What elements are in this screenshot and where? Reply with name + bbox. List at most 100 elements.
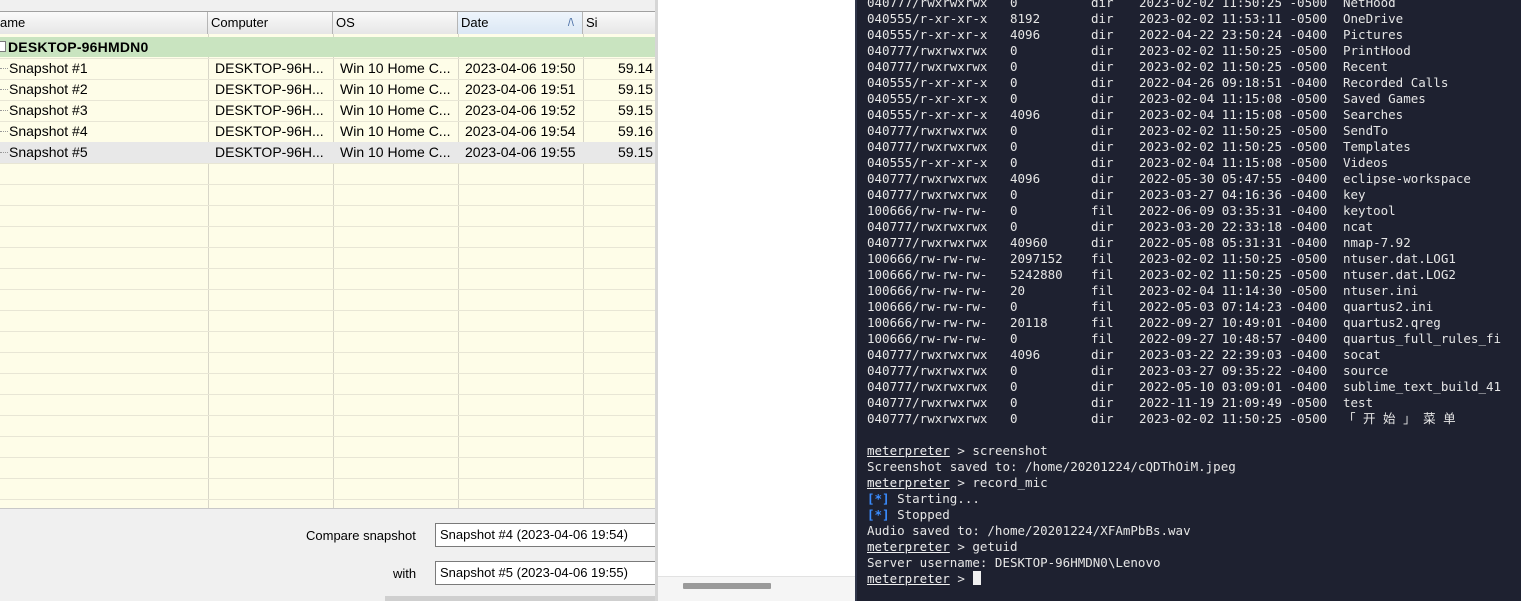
- listing-mode: 040555/r-xr-xr-x: [867, 11, 988, 26]
- listing-type: dir: [1091, 187, 1114, 202]
- collapse-toggle-icon[interactable]: [0, 41, 6, 52]
- listing-name: PrintHood: [1343, 43, 1411, 58]
- listing-type: fil: [1091, 331, 1114, 346]
- snapshot-window: ame Computer OS Date /\ Si DESKTOP-96HMDN0 Sna…: [0, 0, 655, 601]
- table-row[interactable]: Snapshot #4 DESKTOP-96H... Win 10 Home C..…: [0, 121, 655, 142]
- command-text: >: [949, 571, 973, 586]
- listing-mode: 100666/rw-rw-rw-: [867, 203, 988, 218]
- listing-mode: 040777/rwxrwxrwx: [867, 123, 988, 138]
- column-header-os[interactable]: OS: [333, 12, 458, 34]
- column-header-label: ame: [0, 15, 26, 30]
- listing-size: 0: [1010, 155, 1018, 170]
- prompt-label: meterpreter: [867, 475, 950, 490]
- table-row[interactable]: Snapshot #1 DESKTOP-96H... Win 10 Home C..…: [0, 58, 655, 79]
- listing-name: source: [1343, 363, 1389, 378]
- listing-type: dir: [1091, 379, 1114, 394]
- listing-size: 0: [1010, 395, 1018, 410]
- listing-type: fil: [1091, 267, 1114, 282]
- meterpreter-session: meterpreter > screenshot Screenshot saved…: [867, 443, 1236, 587]
- listing-modified: 2023-02-02 11:50:25 -0500: [1139, 0, 1328, 10]
- listing-size: 0: [1010, 203, 1018, 218]
- listing-name: Recorded Calls: [1343, 75, 1449, 90]
- listing-modified: 2023-02-04 11:15:08 -0500: [1139, 107, 1328, 122]
- column-header-si[interactable]: Si: [583, 12, 655, 34]
- row-divider: [0, 247, 655, 248]
- listing-modified: 2023-02-02 11:50:25 -0500: [1139, 139, 1328, 154]
- listing-name: quartus2.qreg: [1343, 315, 1441, 330]
- output-line: Server username: DESKTOP-96HMDN0\Lenovo: [867, 555, 1236, 571]
- cell-name: Snapshot #5: [9, 144, 88, 160]
- tree-connector: [0, 89, 8, 90]
- column-header-date[interactable]: Date /\: [458, 12, 583, 34]
- listing-mode: 040777/rwxrwxrwx: [867, 59, 988, 74]
- table-row[interactable]: Snapshot #5 DESKTOP-96H... Win 10 Home C..…: [0, 142, 655, 163]
- command-text: > getuid: [949, 539, 1018, 554]
- listing-name: OneDrive: [1343, 11, 1404, 26]
- listing-modified: 2023-02-02 11:50:25 -0500: [1139, 43, 1328, 58]
- listing-mode: 100666/rw-rw-rw-: [867, 331, 988, 346]
- cell-name: Snapshot #4: [9, 123, 88, 139]
- listing-mode: 040777/rwxrwxrwx: [867, 379, 988, 394]
- listing-type: dir: [1091, 91, 1114, 106]
- cell-computer: DESKTOP-96H...: [215, 60, 324, 76]
- listing-name: ntuser.dat.LOG2: [1343, 267, 1456, 282]
- prompt-label: meterpreter: [867, 571, 950, 586]
- column-header-computer[interactable]: Computer: [208, 12, 333, 34]
- listing-mode: 100666/rw-rw-rw-: [867, 283, 988, 298]
- status-line: [*] Stopped: [867, 507, 1236, 523]
- with-snapshot-select[interactable]: Snapshot #5 (2023-04-06 19:55): [435, 561, 655, 585]
- listing-name: Recent: [1343, 59, 1389, 74]
- table-row[interactable]: Snapshot #2 DESKTOP-96H... Win 10 Home C..…: [0, 79, 655, 100]
- cell-date: 2023-04-06 19:50: [465, 60, 576, 76]
- listing-type: dir: [1091, 139, 1114, 154]
- listing-name: ntuser.ini: [1343, 283, 1419, 298]
- compare-panel: Compare snapshot Snapshot #4 (2023-04-06…: [0, 508, 655, 601]
- listing-size: 0: [1010, 75, 1018, 90]
- command-line: meterpreter > record_mic: [867, 475, 1236, 491]
- listing-size: 20: [1010, 283, 1026, 298]
- listing-size: 40960: [1010, 235, 1048, 250]
- column-header-ame[interactable]: ame: [0, 12, 208, 34]
- listing-mode: 100666/rw-rw-rw-: [867, 267, 988, 282]
- middle-scroll-area: [658, 576, 855, 601]
- listing-size: 0: [1010, 411, 1018, 426]
- snapshot-grid[interactable]: ame Computer OS Date /\ Si DESKTOP-96HMDN0 Sna…: [0, 12, 655, 508]
- group-row[interactable]: DESKTOP-96HMDN0: [0, 37, 655, 57]
- listing-type: dir: [1091, 123, 1114, 138]
- horizontal-scrollbar[interactable]: [385, 596, 655, 601]
- middle-scrollbar-thumb[interactable]: [683, 583, 771, 589]
- cell-name: Snapshot #3: [9, 102, 88, 118]
- listing-modified: 2023-02-04 11:15:08 -0500: [1139, 155, 1328, 170]
- listing-size: 5242880: [1010, 267, 1063, 282]
- listing-modified: 2022-04-22 23:50:24 -0400: [1139, 27, 1328, 42]
- listing-name: test: [1343, 395, 1374, 410]
- row-divider: [0, 352, 655, 353]
- listing-name: quartus_full_rules_fi: [1343, 331, 1502, 346]
- listing-modified: 2022-06-09 03:35:31 -0400: [1139, 203, 1328, 218]
- row-divider: [0, 394, 655, 395]
- cell-date: 2023-04-06 19:51: [465, 81, 576, 97]
- cell-computer: DESKTOP-96H...: [215, 123, 324, 139]
- listing-name: Videos: [1343, 155, 1389, 170]
- compare-snapshot-select[interactable]: Snapshot #4 (2023-04-06 19:54): [435, 523, 655, 547]
- output-text: Audio saved to: /home/20201224/XFAmPbBs.…: [867, 523, 1191, 538]
- listing-mode: 040777/rwxrwxrwx: [867, 347, 988, 362]
- listing-size: 0: [1010, 187, 1018, 202]
- listing-type: dir: [1091, 0, 1114, 10]
- tree-connector: [0, 131, 8, 132]
- listing-type: dir: [1091, 235, 1114, 250]
- listing-name: socat: [1343, 347, 1381, 362]
- listing-size: 4096: [1010, 171, 1041, 186]
- cell-os: Win 10 Home C...: [340, 102, 451, 118]
- listing-type: dir: [1091, 171, 1114, 186]
- listing-type: fil: [1091, 299, 1114, 314]
- listing-name: ncat: [1343, 219, 1374, 234]
- table-row[interactable]: Snapshot #3 DESKTOP-96H... Win 10 Home C..…: [0, 100, 655, 121]
- terminal-window[interactable]: 040777/rwxrwxrwx 0 dir 2023-02-02 11:50:25 …: [855, 0, 1521, 601]
- output-text: Screenshot saved to: /home/20201224/cQDT…: [867, 459, 1236, 474]
- listing-mode: 040777/rwxrwxrwx: [867, 363, 988, 378]
- listing-modified: 2022-05-30 05:47:55 -0400: [1139, 171, 1328, 186]
- listing-modified: 2022-05-08 05:31:31 -0400: [1139, 235, 1328, 250]
- cell-computer: DESKTOP-96H...: [215, 102, 324, 118]
- command-text: > record_mic: [949, 475, 1048, 490]
